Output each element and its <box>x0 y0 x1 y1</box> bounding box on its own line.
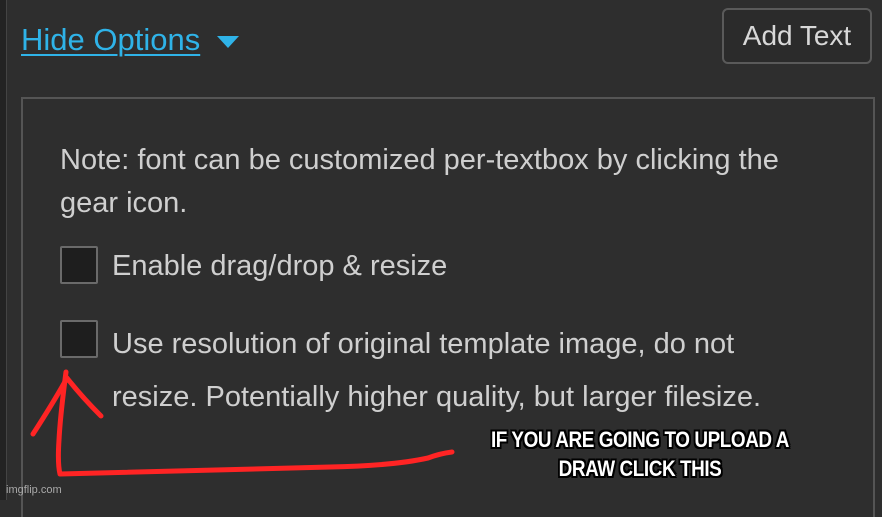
hide-options-link[interactable]: Hide Options <box>21 22 200 58</box>
add-text-button[interactable]: Add Text <box>722 8 872 64</box>
imgflip-watermark: imgflip.com <box>6 484 62 496</box>
font-note: Note: font can be customized per-textbox… <box>60 144 779 219</box>
original-resolution-checkbox[interactable] <box>60 320 98 358</box>
hide-options-toggle[interactable]: Hide Options <box>21 22 240 58</box>
caret-down-icon[interactable] <box>217 36 240 48</box>
enable-drag-drop-label[interactable]: Enable drag/drop & resize <box>112 244 447 288</box>
original-resolution-label[interactable]: Use resolution of original template imag… <box>112 318 812 424</box>
left-border <box>0 0 7 500</box>
enable-drag-drop-checkbox[interactable] <box>60 246 98 284</box>
annotation-caption: IF YOU ARE GOING TO UPLOAD A DRAW CLICK … <box>490 427 790 481</box>
